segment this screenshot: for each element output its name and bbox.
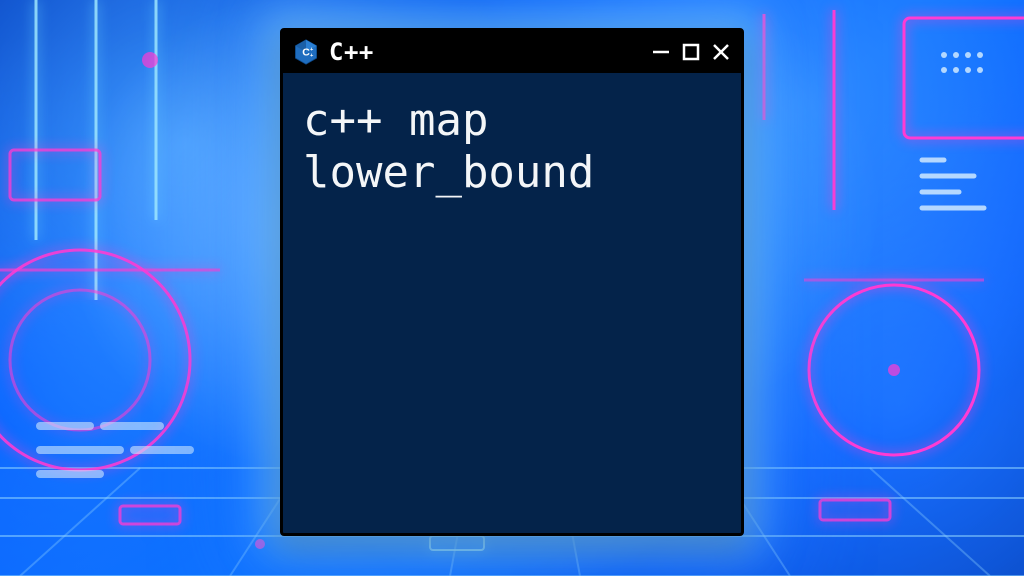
titlebar[interactable]: C + + C++ xyxy=(283,31,741,73)
minimize-icon[interactable] xyxy=(651,42,671,62)
code-line-1: c++ map xyxy=(303,95,488,146)
svg-text:C: C xyxy=(302,46,310,58)
cpp-logo-icon: C + + xyxy=(293,39,319,65)
code-line-2: lower_bound xyxy=(303,147,594,198)
maximize-icon[interactable] xyxy=(681,42,701,62)
decor-panel-top-right xyxy=(724,0,1024,260)
terminal-window: C + + C++ c++ map lower_bound xyxy=(280,28,744,536)
window-title: C++ xyxy=(329,40,374,64)
code-content: c++ map lower_bound xyxy=(303,95,721,199)
terminal-body: c++ map lower_bound xyxy=(283,73,741,221)
close-icon[interactable] xyxy=(711,42,731,62)
